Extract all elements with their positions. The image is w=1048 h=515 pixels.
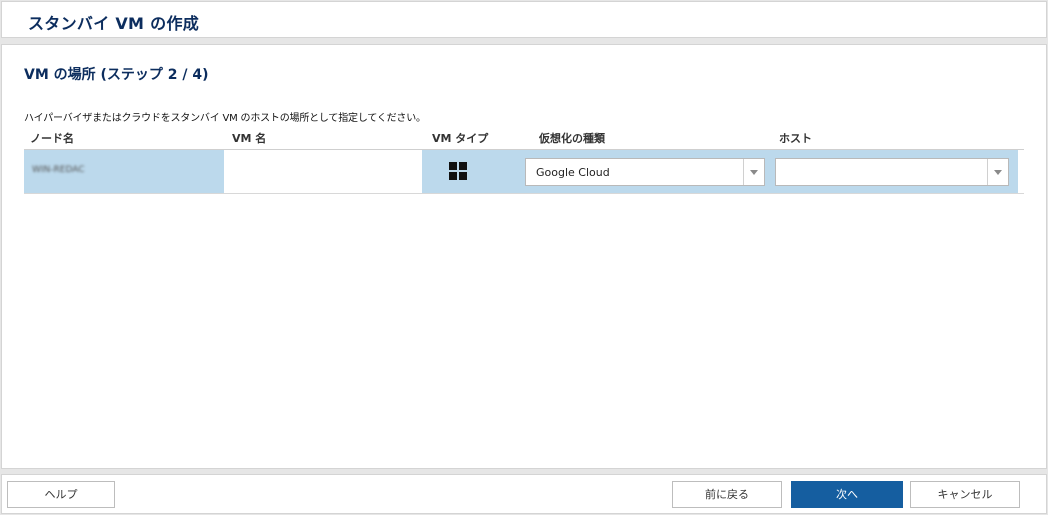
windows-icon	[449, 162, 467, 180]
node-name-value: WIN-REDAC	[32, 165, 85, 175]
cancel-button[interactable]: キャンセル	[910, 481, 1020, 508]
host-select[interactable]	[775, 158, 1009, 186]
chevron-down-icon[interactable]	[987, 159, 1008, 185]
main-panel: VM の場所 (ステップ 2 / 4) ハイパーバイザまたはクラウドをスタンバイ…	[1, 44, 1047, 469]
step-title: VM の場所 (ステップ 2 / 4)	[24, 67, 209, 83]
column-header-host[interactable]: ホスト	[779, 130, 812, 146]
back-button[interactable]: 前に戻る	[672, 481, 782, 508]
instruction-text: ハイパーバイザまたはクラウドをスタンバイ VM のホストの場所として指定してくだ…	[24, 113, 426, 124]
footer-bar: ヘルプ 前に戻る 次へ キャンセル	[1, 474, 1047, 514]
table-row[interactable]: WIN-REDAC Google Cloud	[24, 150, 1024, 194]
chevron-down-icon[interactable]	[743, 159, 764, 185]
vm-name-cell[interactable]	[224, 150, 422, 193]
node-name-cell[interactable]: WIN-REDAC	[24, 150, 224, 193]
grid-header: ノード名 VM 名 VM タイプ 仮想化の種類 ホスト	[24, 126, 1024, 150]
virtualization-type-value: Google Cloud	[536, 166, 610, 179]
vm-location-grid: ノード名 VM 名 VM タイプ 仮想化の種類 ホスト WIN-REDAC Go…	[24, 126, 1024, 194]
virtualization-type-select[interactable]: Google Cloud	[525, 158, 765, 186]
column-header-node-name[interactable]: ノード名	[30, 130, 74, 146]
row-edge-strip	[1011, 150, 1017, 193]
help-button[interactable]: ヘルプ	[7, 481, 115, 508]
title-bar: スタンバイ VM の作成	[1, 1, 1047, 38]
window-title: スタンバイ VM の作成	[28, 14, 200, 33]
column-header-vm-name[interactable]: VM 名	[232, 130, 266, 146]
next-button[interactable]: 次へ	[791, 481, 903, 508]
column-header-virtualization-type[interactable]: 仮想化の種類	[539, 130, 605, 146]
column-header-vm-type[interactable]: VM タイプ	[432, 130, 488, 146]
